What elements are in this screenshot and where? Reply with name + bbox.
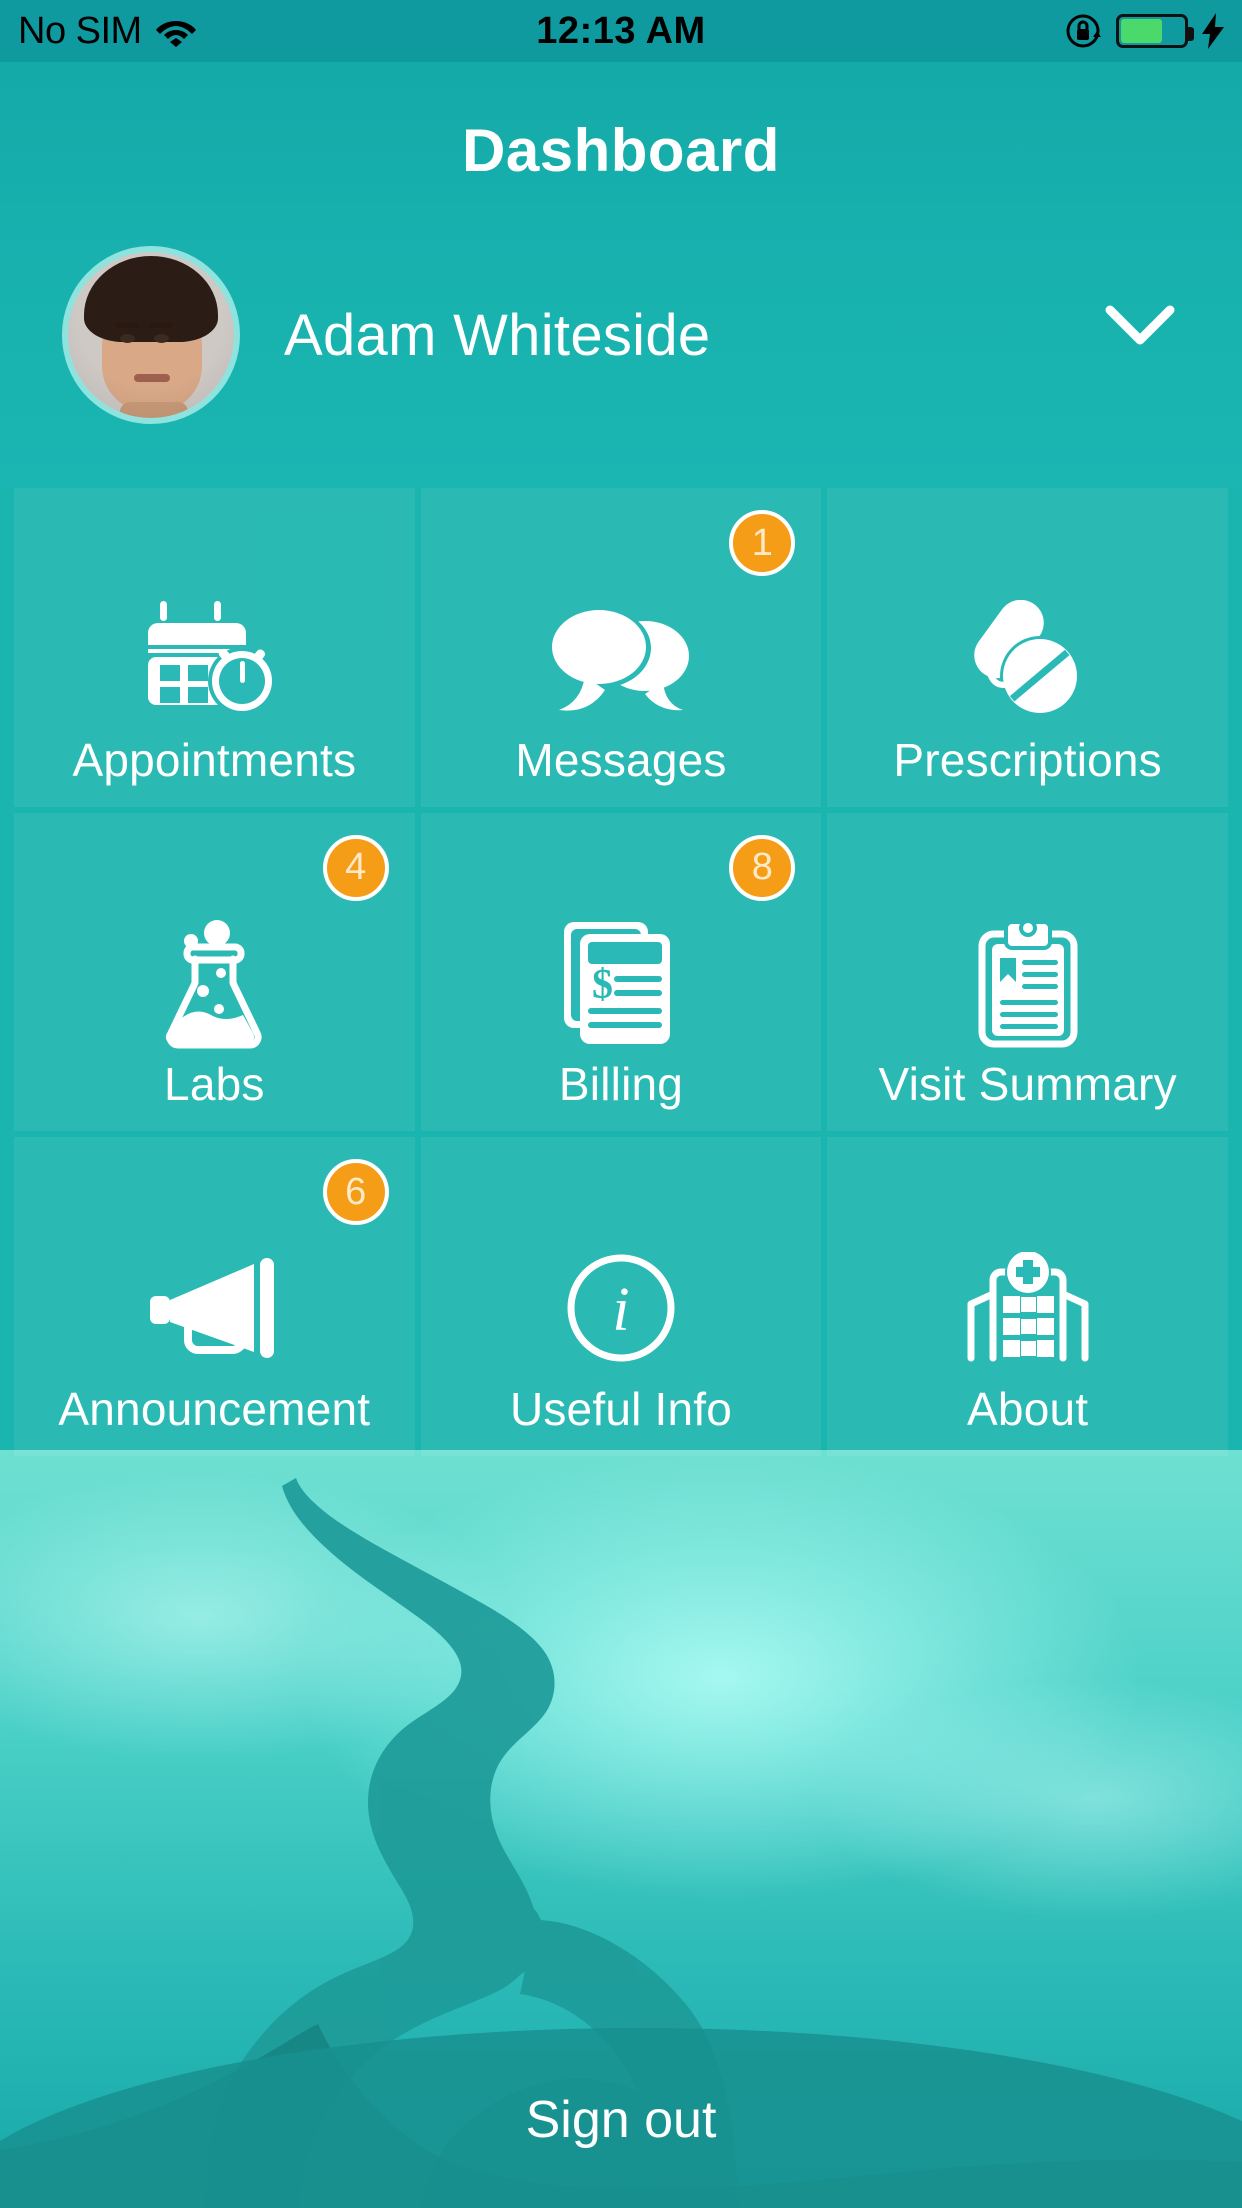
tile-label-announcement: Announcement [58,1382,371,1435]
tile-billing[interactable]: 8 $ Billing [420,812,822,1132]
tile-label-visit-summary: Visit Summary [878,1058,1177,1111]
tile-label-labs: Labs [164,1058,265,1111]
tile-announcement[interactable]: 6 Announcement [14,1137,415,1456]
chat-bubbles-icon [546,589,696,729]
tile-label-about: About [967,1382,1089,1435]
chevron-down-icon[interactable] [1104,302,1176,348]
tile-label-appointments: Appointments [72,733,357,786]
tile-appointments[interactable]: Appointments [14,488,415,807]
pills-icon [953,589,1103,729]
tile-label-useful-info: Useful Info [509,1382,733,1435]
avatar[interactable] [62,246,240,424]
battery-icon [1116,14,1194,48]
tile-visit-summary[interactable]: Visit Summary [827,812,1228,1132]
tile-prescriptions[interactable]: Prescriptions [827,488,1228,807]
profile-row[interactable]: Adam Whiteside [0,240,1242,430]
tile-labs[interactable]: 4 Labs [14,812,415,1132]
user-name: Adam Whiteside [284,302,711,368]
status-bar-right [1064,11,1226,51]
badge-labs: 4 [322,834,389,901]
dashboard-grid: Appointments 1 Messages Prescriptions 4 … [14,488,1228,1456]
status-bar: No SIM 12:13 AM [0,0,1242,62]
megaphone-icon [139,1238,289,1378]
calendar-clock-icon [139,589,289,729]
sign-out-button[interactable]: Sign out [0,2090,1242,2150]
tile-label-messages: Messages [515,733,727,786]
svg-text:$: $ [592,962,613,1008]
flask-icon [139,913,289,1053]
rotation-lock-icon [1066,14,1101,48]
badge-announcement: 6 [322,1159,389,1226]
badge-billing: 8 [729,834,796,901]
charging-bolt-icon [1202,13,1224,49]
info-circle-icon: i [546,1238,696,1378]
svg-text:i: i [612,1276,629,1344]
badge-messages: 1 [729,510,796,576]
page-title: Dashboard [462,117,780,184]
tile-about[interactable]: About [827,1137,1228,1456]
tile-messages[interactable]: 1 Messages [420,488,822,807]
tile-label-prescriptions: Prescriptions [893,733,1162,786]
clipboard-icon [953,913,1103,1053]
clock-label: 12:13 AM [536,9,706,52]
tile-useful-info[interactable]: i Useful Info [420,1137,822,1456]
hospital-icon [953,1238,1103,1378]
tile-label-billing: Billing [558,1058,684,1111]
invoice-dollar-icon: $ [546,913,696,1053]
